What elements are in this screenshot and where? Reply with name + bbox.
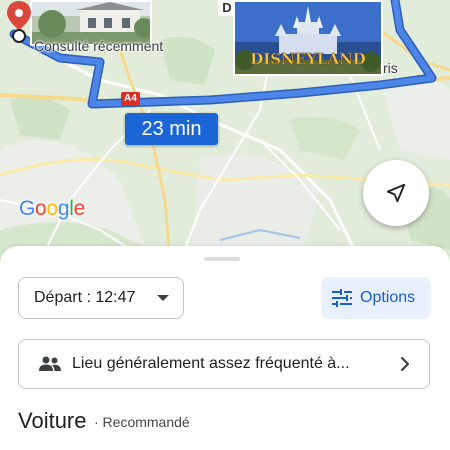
destination-thumbnail[interactable]: DISNEYLAND — [233, 0, 383, 76]
drag-handle[interactable] — [204, 257, 240, 261]
google-logo: Google — [19, 197, 85, 220]
mode-title: Voiture — [18, 408, 87, 433]
destination-label: ris — [383, 60, 398, 76]
people-icon — [39, 356, 61, 372]
location-pin-icon[interactable] — [6, 0, 32, 44]
crowd-info-label: Lieu généralement assez fréquenté à... — [72, 355, 350, 372]
road-badge: A4 — [121, 92, 140, 106]
caret-down-icon — [157, 295, 169, 301]
locate-me-button[interactable] — [363, 160, 429, 226]
map-view[interactable]: D DISNEYLAND Consulté récemment ris A4 2… — [0, 0, 450, 262]
depart-time-button[interactable]: Départ : 12:47 — [18, 277, 184, 319]
tune-sliders-icon — [332, 289, 352, 307]
chevron-right-icon — [400, 356, 410, 372]
bottom-sheet: Départ : 12:47 Options Lieu généralement — [0, 246, 450, 450]
options-button[interactable]: Options — [321, 277, 431, 319]
crowd-info-row[interactable]: Lieu généralement assez fréquenté à... — [18, 339, 430, 389]
navigation-arrow-icon — [386, 183, 406, 203]
mode-subtitle: · Recommandé — [94, 414, 190, 430]
options-label: Options — [360, 289, 416, 306]
duration-badge[interactable]: 23 min — [125, 113, 218, 145]
recent-place-label: Consulté récemment — [34, 38, 164, 54]
depart-time-label: Départ : 12:47 — [34, 289, 136, 306]
castle-sign-text: DISNEYLAND — [250, 50, 366, 68]
